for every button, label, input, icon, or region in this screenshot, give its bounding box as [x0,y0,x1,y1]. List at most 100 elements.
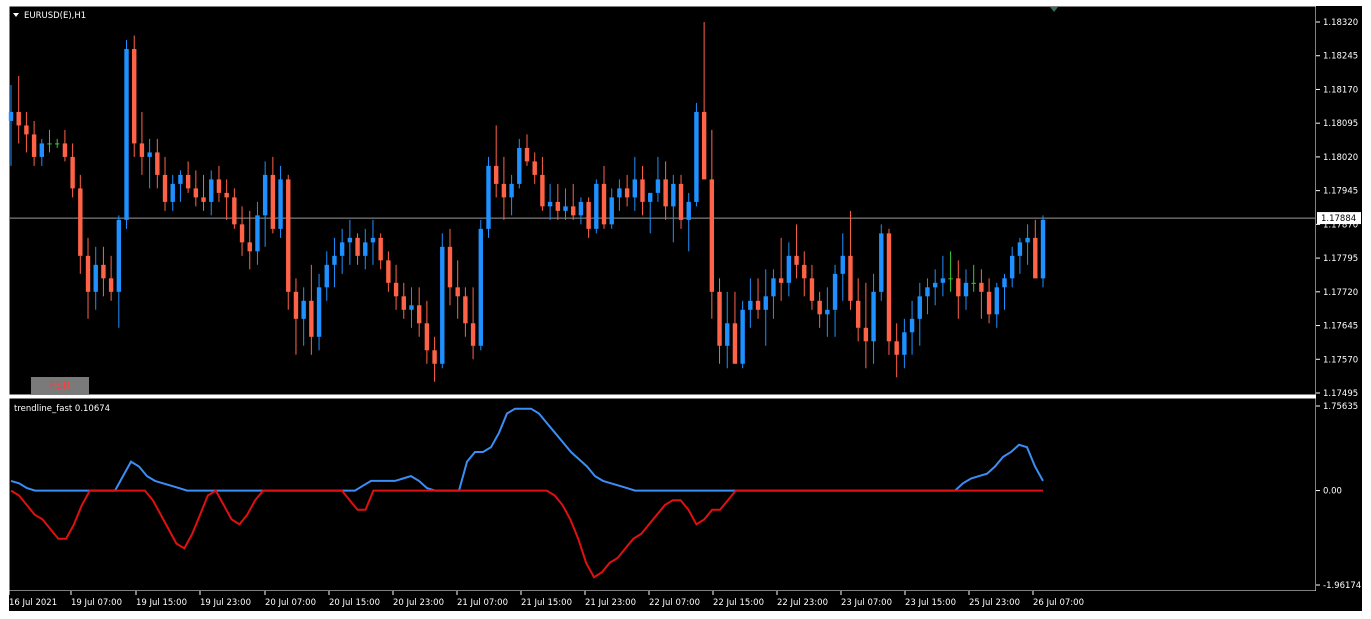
candle-body [563,206,568,211]
candle-body [247,242,252,252]
candle-body [278,179,283,229]
chart-window: EURUSD(E),H1 trendline_fast 0.10674 1.18… [0,0,1371,619]
candle-body [139,143,145,157]
candle-body [617,188,622,198]
candle-body [948,278,953,280]
candle-body [463,296,468,324]
candle-body [578,201,584,216]
time-tick-label: 20 Jul 15:00 [329,598,380,608]
candle-body [732,323,738,364]
candle-body [293,291,299,319]
current-price-tag: 1.17884 [1317,212,1361,225]
indicator-tick-label: 1.75635 [1323,402,1358,412]
candle-body [170,183,175,202]
time-tick-label: 19 Jul 23:00 [200,598,251,608]
candle [879,224,884,301]
candle-body [78,188,83,256]
candle-body [424,323,430,351]
candle-body [93,264,98,292]
candle-body [147,152,152,157]
candle-body [786,255,792,283]
candle-body [324,264,329,288]
candle-body [994,287,999,315]
candle-body [124,48,129,220]
candle [1040,215,1046,288]
candle-body [1033,237,1038,279]
time-tick-label: 21 Jul 23:00 [585,598,636,608]
candle-body [979,282,984,292]
candle-body [963,282,969,297]
candle-body [755,300,761,310]
candle-body [162,174,168,202]
candle [740,300,745,369]
indicator-tick-label: -1.96174 [1323,581,1361,591]
candle-body [902,332,907,355]
candle-body [555,201,561,211]
time-tick-label: 20 Jul 23:00 [393,598,444,608]
candle-body [193,188,199,198]
candle-body [986,291,992,315]
candle-body [694,111,699,202]
candle-body [832,273,838,310]
candle-body [1009,255,1015,279]
candle-body [309,300,314,337]
candle [286,174,291,310]
candle-body [209,179,214,202]
chart-canvas[interactable]: EURUSD(E),H1 trendline_fast 0.10674 1.18… [0,0,1371,619]
candle-body [778,278,784,283]
candle-body [640,179,645,202]
candle-body [55,143,60,145]
candle-body [909,318,915,333]
candle-body [794,255,799,265]
time-tick-label: 21 Jul 07:00 [457,598,508,608]
candle-body [386,260,391,283]
candle [694,102,699,207]
candle-body [85,255,91,292]
candle [440,233,445,369]
candle-body [355,237,360,256]
candle-body [1002,278,1007,288]
candle-body [232,197,237,225]
candle-body [339,242,345,256]
price-tag-label: 1.17884 [1321,214,1356,224]
price-tick-label: 1.18245 [1323,52,1358,62]
candle-body [31,134,37,157]
candle-body [879,233,884,292]
candle-body [509,183,514,198]
price-tick-label: 1.18320 [1323,18,1358,28]
candle-body [917,296,922,319]
candle-body [532,161,537,175]
candle-body [655,179,661,193]
candle-body [624,188,630,198]
time-tick-label: 21 Jul 15:00 [521,598,572,608]
candle-body [432,350,437,364]
candle-body [848,255,853,301]
candle-body [401,296,406,310]
fsr-button[interactable]: FSR [31,377,89,394]
candle-body [224,192,229,198]
candle-body [763,296,768,310]
time-tick-label: 19 Jul 15:00 [136,598,187,608]
indicator-pane[interactable] [8,397,1317,592]
candle-body [840,255,845,274]
candle [124,39,129,229]
candle-body [416,305,422,324]
candle [132,35,137,157]
candle-body [809,278,815,301]
time-tick-label: 23 Jul 15:00 [905,598,956,608]
candle-body [1025,237,1030,243]
candle-body [347,237,353,243]
candle-body [201,197,206,202]
candle-body [378,237,383,261]
candle-body [817,300,822,315]
candle-body [594,183,599,229]
time-tick-label: 19 Jul 07:00 [71,598,122,608]
candle-body [571,206,576,216]
candle-body [517,147,522,184]
candle-body [678,183,684,220]
candle-body [1040,219,1046,279]
price-tick-label: 1.18020 [1323,153,1358,163]
candle-body [101,264,106,279]
candle-body [447,246,453,288]
candle-body [178,174,183,184]
